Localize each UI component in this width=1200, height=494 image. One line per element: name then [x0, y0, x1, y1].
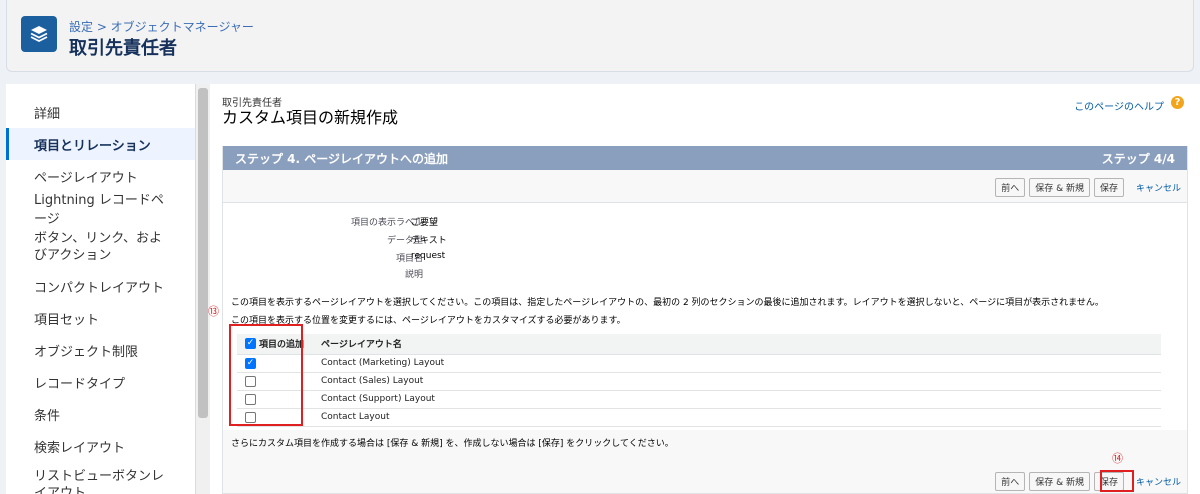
page-title: カスタム項目の新規作成: [222, 108, 399, 127]
field-value-display: ご要望: [411, 218, 439, 228]
layout-name-contact: Contact Layout: [317, 408, 1161, 427]
bottom-button-row: 前へ 保存 & 新規 保存 キャンセル: [995, 471, 1181, 491]
prev-button-bottom[interactable]: 前へ: [995, 471, 1026, 491]
prev-button-top[interactable]: 前へ: [995, 177, 1026, 197]
scrollbar-thumb[interactable]: [198, 88, 208, 418]
help-link[interactable]: このページのヘルプ: [1074, 98, 1164, 113]
layout-name-support: Contact (Support) Layout: [317, 390, 1161, 409]
table-row: Contact Layout: [237, 408, 1161, 427]
field-label-description: 説明: [404, 270, 423, 280]
field-label-datatype: データ型: [386, 236, 423, 246]
step-header: ステップ 4. ページレイアウトへの追加 ステップ 4/4: [223, 146, 1187, 170]
sidebar: 詳細 項目とリレーション ページレイアウト Lightning レコードページ …: [6, 84, 196, 494]
layers-icon-svg: [30, 26, 48, 43]
sidebar-item-list-view-button-layout[interactable]: リストビューボタンレイアウト: [6, 462, 195, 494]
breadcrumb[interactable]: 設定 > オブジェクトマネージャー: [69, 18, 254, 35]
sidebar-scrollbar[interactable]: [196, 84, 210, 494]
sidebar-item-page-layouts[interactable]: ページレイアウト: [6, 160, 195, 192]
field-label-api-name: 項目名: [395, 254, 423, 264]
table-row: Contact (Support) Layout: [237, 390, 1161, 409]
save-new-button-bottom[interactable]: 保存 & 新規: [1029, 471, 1090, 491]
layers-icon: [21, 16, 57, 52]
sidebar-item-record-types[interactable]: レコードタイプ: [6, 366, 195, 398]
table-row: ✓ Contact (Marketing) Layout: [237, 354, 1161, 373]
layout-name-sales: Contact (Sales) Layout: [317, 372, 1161, 391]
field-value-datatype: テキスト: [411, 236, 447, 246]
table-header-row: ✓ 項目の追加 ページレイアウト名: [237, 334, 1161, 355]
instruction-text-1: この項目を表示するページレイアウトを選択してください。この項目は、指定したページ…: [231, 298, 1104, 308]
step-title: ステップ 4. ページレイアウトへの追加: [235, 151, 449, 166]
sidebar-item-object-limits[interactable]: オブジェクト制限: [6, 334, 195, 366]
save-button-top[interactable]: 保存: [1093, 177, 1124, 197]
sidebar-item-buttons-links-actions[interactable]: ボタン、リンク、およびアクション: [6, 224, 195, 270]
cancel-link-bottom[interactable]: キャンセル: [1136, 475, 1181, 488]
annotation-marker-14: ⑭: [1112, 452, 1123, 465]
sidebar-item-lightning-record-pages[interactable]: Lightning レコードページ: [6, 192, 195, 227]
save-new-button-top[interactable]: 保存 & 新規: [1029, 177, 1090, 197]
save-instruction-text: さらにカスタム項目を作成する場合は [保存 & 新規] を、作成しない場合は […: [231, 439, 674, 449]
top-button-row: 前へ 保存 & 新規 保存 キャンセル: [995, 177, 1181, 197]
object-header: 設定 > オブジェクトマネージャー 取引先責任者: [6, 0, 1194, 72]
header-layout-name: ページレイアウト名: [317, 334, 1161, 355]
sidebar-item-compact-layouts[interactable]: コンパクトレイアウト: [6, 270, 195, 302]
help-icon[interactable]: ?: [1171, 96, 1184, 109]
annotation-box-checkboxes: [229, 324, 303, 426]
layout-name-marketing: Contact (Marketing) Layout: [317, 354, 1161, 373]
field-label-display: 項目の表示ラベル: [350, 218, 423, 228]
field-value-api-name: request: [411, 251, 446, 261]
cancel-link-top[interactable]: キャンセル: [1136, 181, 1181, 194]
table-row: Contact (Sales) Layout: [237, 372, 1161, 391]
annotation-marker-13: ⑬: [208, 305, 219, 318]
sidebar-item-fields-relationships[interactable]: 項目とリレーション: [6, 128, 195, 160]
sidebar-item-details[interactable]: 詳細: [6, 96, 195, 128]
annotation-box-save: [1100, 470, 1134, 492]
page-layout-table: ✓ 項目の追加 ページレイアウト名 ✓ Contact (Marketing) L…: [237, 334, 1161, 427]
main-content: 取引先責任者 カスタム項目の新規作成 このページのヘルプ ? ステップ 4. ペ…: [208, 84, 1200, 494]
step-counter: ステップ 4/4: [1101, 151, 1175, 166]
sidebar-item-field-sets[interactable]: 項目セット: [6, 302, 195, 334]
sidebar-item-conditions[interactable]: 条件: [6, 398, 195, 430]
step-panel: ステップ 4. ページレイアウトへの追加 ステップ 4/4 前へ 保存 & 新規…: [222, 146, 1188, 494]
sidebar-item-search-layouts[interactable]: 検索レイアウト: [6, 430, 195, 462]
object-title: 取引先責任者: [69, 38, 177, 59]
